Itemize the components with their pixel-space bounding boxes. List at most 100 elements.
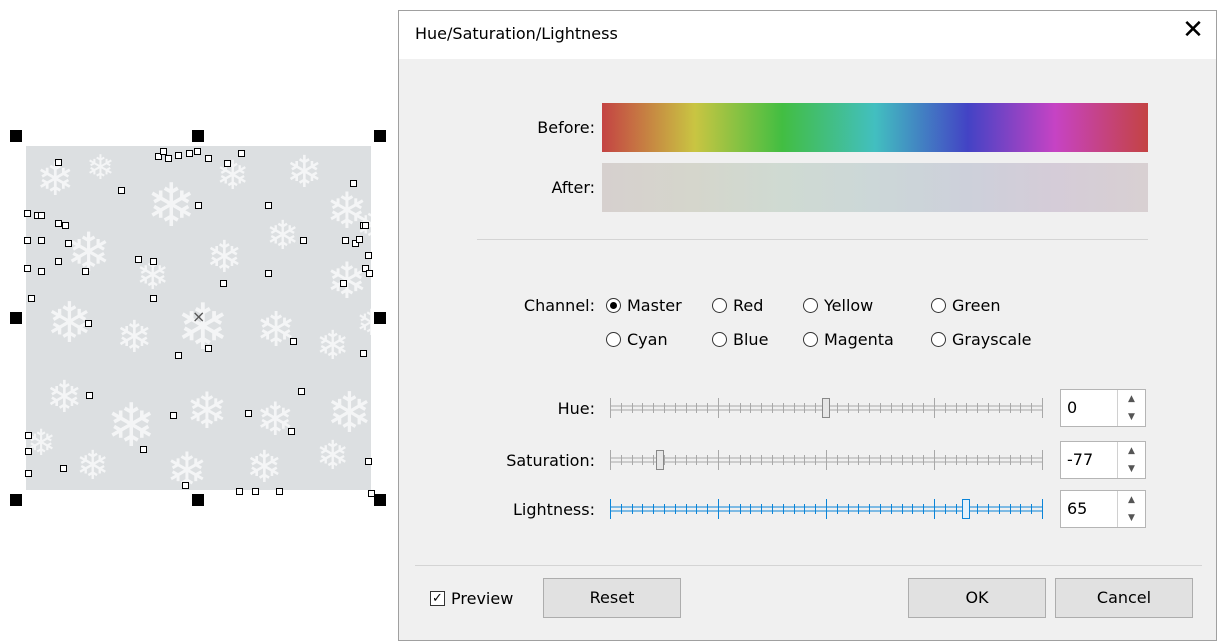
path-node[interactable] [118,187,125,194]
lightness-increment-arrow-icon[interactable]: ▲ [1118,491,1145,509]
selection-handle-top-center[interactable] [192,130,204,142]
selection-handle-bottom-left[interactable] [10,494,22,506]
path-node[interactable] [245,410,252,417]
path-node[interactable] [38,237,45,244]
path-node[interactable] [288,428,295,435]
path-node[interactable] [38,212,45,219]
selection-handle-middle-right[interactable] [374,312,386,324]
slider-thumb[interactable] [962,499,971,519]
path-node[interactable] [38,268,45,275]
path-node[interactable] [194,148,201,155]
path-node[interactable] [365,458,372,465]
hue-increment-arrow-icon[interactable]: ▲ [1118,390,1145,408]
hue-slider[interactable] [610,393,1043,423]
path-node[interactable] [252,488,259,495]
reset-button[interactable]: Reset [543,578,681,618]
path-node[interactable] [24,265,31,272]
path-node[interactable] [175,152,182,159]
channel-radio-yellow[interactable]: Yellow [803,296,873,315]
path-node[interactable] [160,148,167,155]
selection-handle-top-right[interactable] [374,130,386,142]
radio-circle [606,298,621,313]
lightness-decrement-arrow-icon[interactable]: ▼ [1118,509,1145,527]
path-node[interactable] [60,465,67,472]
saturation-slider[interactable] [610,445,1043,475]
path-node[interactable] [205,155,212,162]
path-node[interactable] [55,220,62,227]
saturation-value-input[interactable] [1067,450,1113,469]
slider-thumb[interactable] [655,450,664,470]
snowflake-icon: ❄ [216,153,250,199]
ok-button[interactable]: OK [908,578,1046,618]
path-node[interactable] [365,252,372,259]
lightness-slider[interactable] [610,494,1043,524]
channel-radio-green[interactable]: Green [931,296,1000,315]
path-node[interactable] [86,392,93,399]
path-node[interactable] [165,155,172,162]
selection-handle-top-left[interactable] [10,130,22,142]
path-node[interactable] [290,338,297,345]
path-node[interactable] [24,210,31,217]
path-node[interactable] [85,320,92,327]
slider-thumb[interactable] [822,398,830,418]
selection-handle-bottom-right[interactable] [374,494,386,506]
path-node[interactable] [276,488,283,495]
path-node[interactable] [350,180,357,187]
path-node[interactable] [220,280,227,287]
path-node[interactable] [62,222,69,229]
path-node[interactable] [265,202,272,209]
lightness-value-input[interactable] [1067,499,1113,518]
channel-radio-magenta[interactable]: Magenta [803,330,894,349]
channel-radio-master[interactable]: Master [606,296,682,315]
path-node[interactable] [150,295,157,302]
snowflake-icon: ❄ [46,372,83,423]
checkmark-icon: ✓ [430,591,445,606]
drawing-canvas[interactable]: ❄❄❄❄❄❄❄❄❄❄❄❄❄❄❄❄❄❄❄❄❄❄❄❄❄❄❄❄ × [0,0,398,641]
path-node[interactable] [356,236,363,243]
preview-checkbox[interactable]: ✓ Preview [430,589,513,608]
cancel-button[interactable]: Cancel [1055,578,1193,618]
saturation-decrement-arrow-icon[interactable]: ▼ [1118,460,1145,478]
path-node[interactable] [55,258,62,265]
path-node[interactable] [224,160,231,167]
path-node[interactable] [300,237,307,244]
path-node[interactable] [28,295,35,302]
path-node[interactable] [25,448,32,455]
path-node[interactable] [195,202,202,209]
hue-decrement-arrow-icon[interactable]: ▼ [1118,408,1145,426]
path-node[interactable] [25,432,32,439]
path-node[interactable] [25,470,32,477]
path-node[interactable] [175,352,182,359]
path-node[interactable] [135,256,142,263]
path-node[interactable] [236,488,243,495]
path-node[interactable] [238,150,245,157]
path-node[interactable] [182,482,189,489]
channel-radio-red[interactable]: Red [712,296,763,315]
path-node[interactable] [366,270,373,277]
rotation-center-marker[interactable]: × [192,309,205,325]
path-node[interactable] [205,345,212,352]
path-node[interactable] [24,237,31,244]
channel-radio-blue[interactable]: Blue [712,330,768,349]
path-node[interactable] [82,268,89,275]
channel-label: Channel: [523,296,595,315]
channel-radio-cyan[interactable]: Cyan [606,330,668,349]
path-node[interactable] [140,446,147,453]
channel-radio-grayscale[interactable]: Grayscale [931,330,1031,349]
path-node[interactable] [340,280,347,287]
path-node[interactable] [186,150,193,157]
selection-handle-bottom-center[interactable] [192,494,204,506]
path-node[interactable] [265,270,272,277]
saturation-increment-arrow-icon[interactable]: ▲ [1118,442,1145,460]
path-node[interactable] [362,222,369,229]
path-node[interactable] [298,388,305,395]
path-node[interactable] [55,159,62,166]
path-node[interactable] [170,412,177,419]
path-node[interactable] [342,237,349,244]
path-node[interactable] [65,240,72,247]
path-node[interactable] [150,258,157,265]
hue-value-input[interactable] [1067,398,1113,417]
close-icon[interactable]: ✕ [1178,15,1208,45]
selection-handle-middle-left[interactable] [10,312,22,324]
path-node[interactable] [360,350,367,357]
